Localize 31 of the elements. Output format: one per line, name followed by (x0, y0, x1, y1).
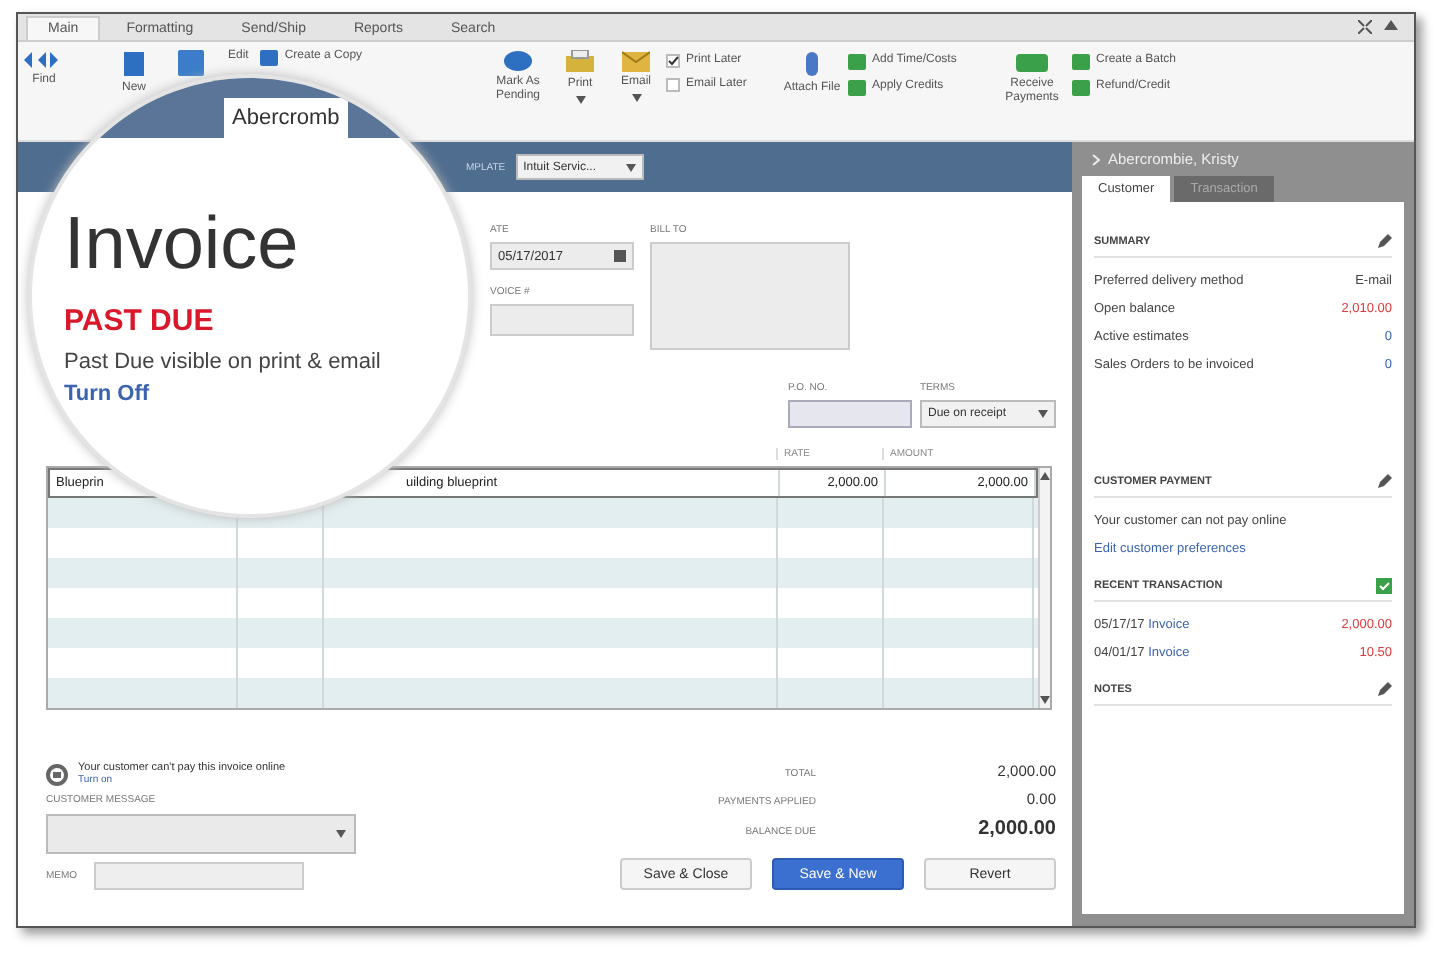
checkbox[interactable] (666, 54, 680, 69)
edit-icon (1376, 234, 1392, 250)
turn-off-link[interactable]: Turn Off (64, 382, 468, 406)
po-number-field[interactable] (788, 400, 912, 428)
paperclip-icon (804, 50, 820, 78)
customer-field[interactable]: Abercromb (224, 98, 348, 138)
bill-to-field[interactable] (650, 242, 850, 350)
invoice-number-field[interactable] (490, 304, 634, 336)
edit-icon (1376, 682, 1392, 698)
calendar-icon (614, 250, 626, 262)
invoice-title: Invoice (64, 206, 301, 280)
scroll-down-icon (1040, 696, 1050, 704)
envelope-icon (622, 50, 650, 72)
total-value: 2,000.00 (976, 818, 1056, 840)
memo-field[interactable] (93, 862, 304, 890)
checkbox[interactable] (666, 78, 680, 93)
edit-icon (1376, 474, 1392, 490)
expand-icon (1358, 20, 1372, 34)
scrollbar[interactable] (1038, 468, 1050, 708)
past-due-note: Past Due visible on print & email (64, 350, 383, 374)
caret-down-icon (625, 163, 636, 171)
caret-up-icon (1384, 20, 1398, 30)
printer-icon (566, 50, 594, 74)
customer-message-select[interactable] (46, 814, 356, 854)
document-icon (122, 50, 146, 78)
chevron-right-icon (1092, 153, 1100, 165)
scroll-up-icon (1040, 472, 1050, 480)
check-icon (1376, 578, 1392, 594)
past-due-status: PAST DUE (64, 304, 216, 338)
caret-down-icon (336, 830, 346, 838)
caret-down-icon (1038, 410, 1048, 418)
